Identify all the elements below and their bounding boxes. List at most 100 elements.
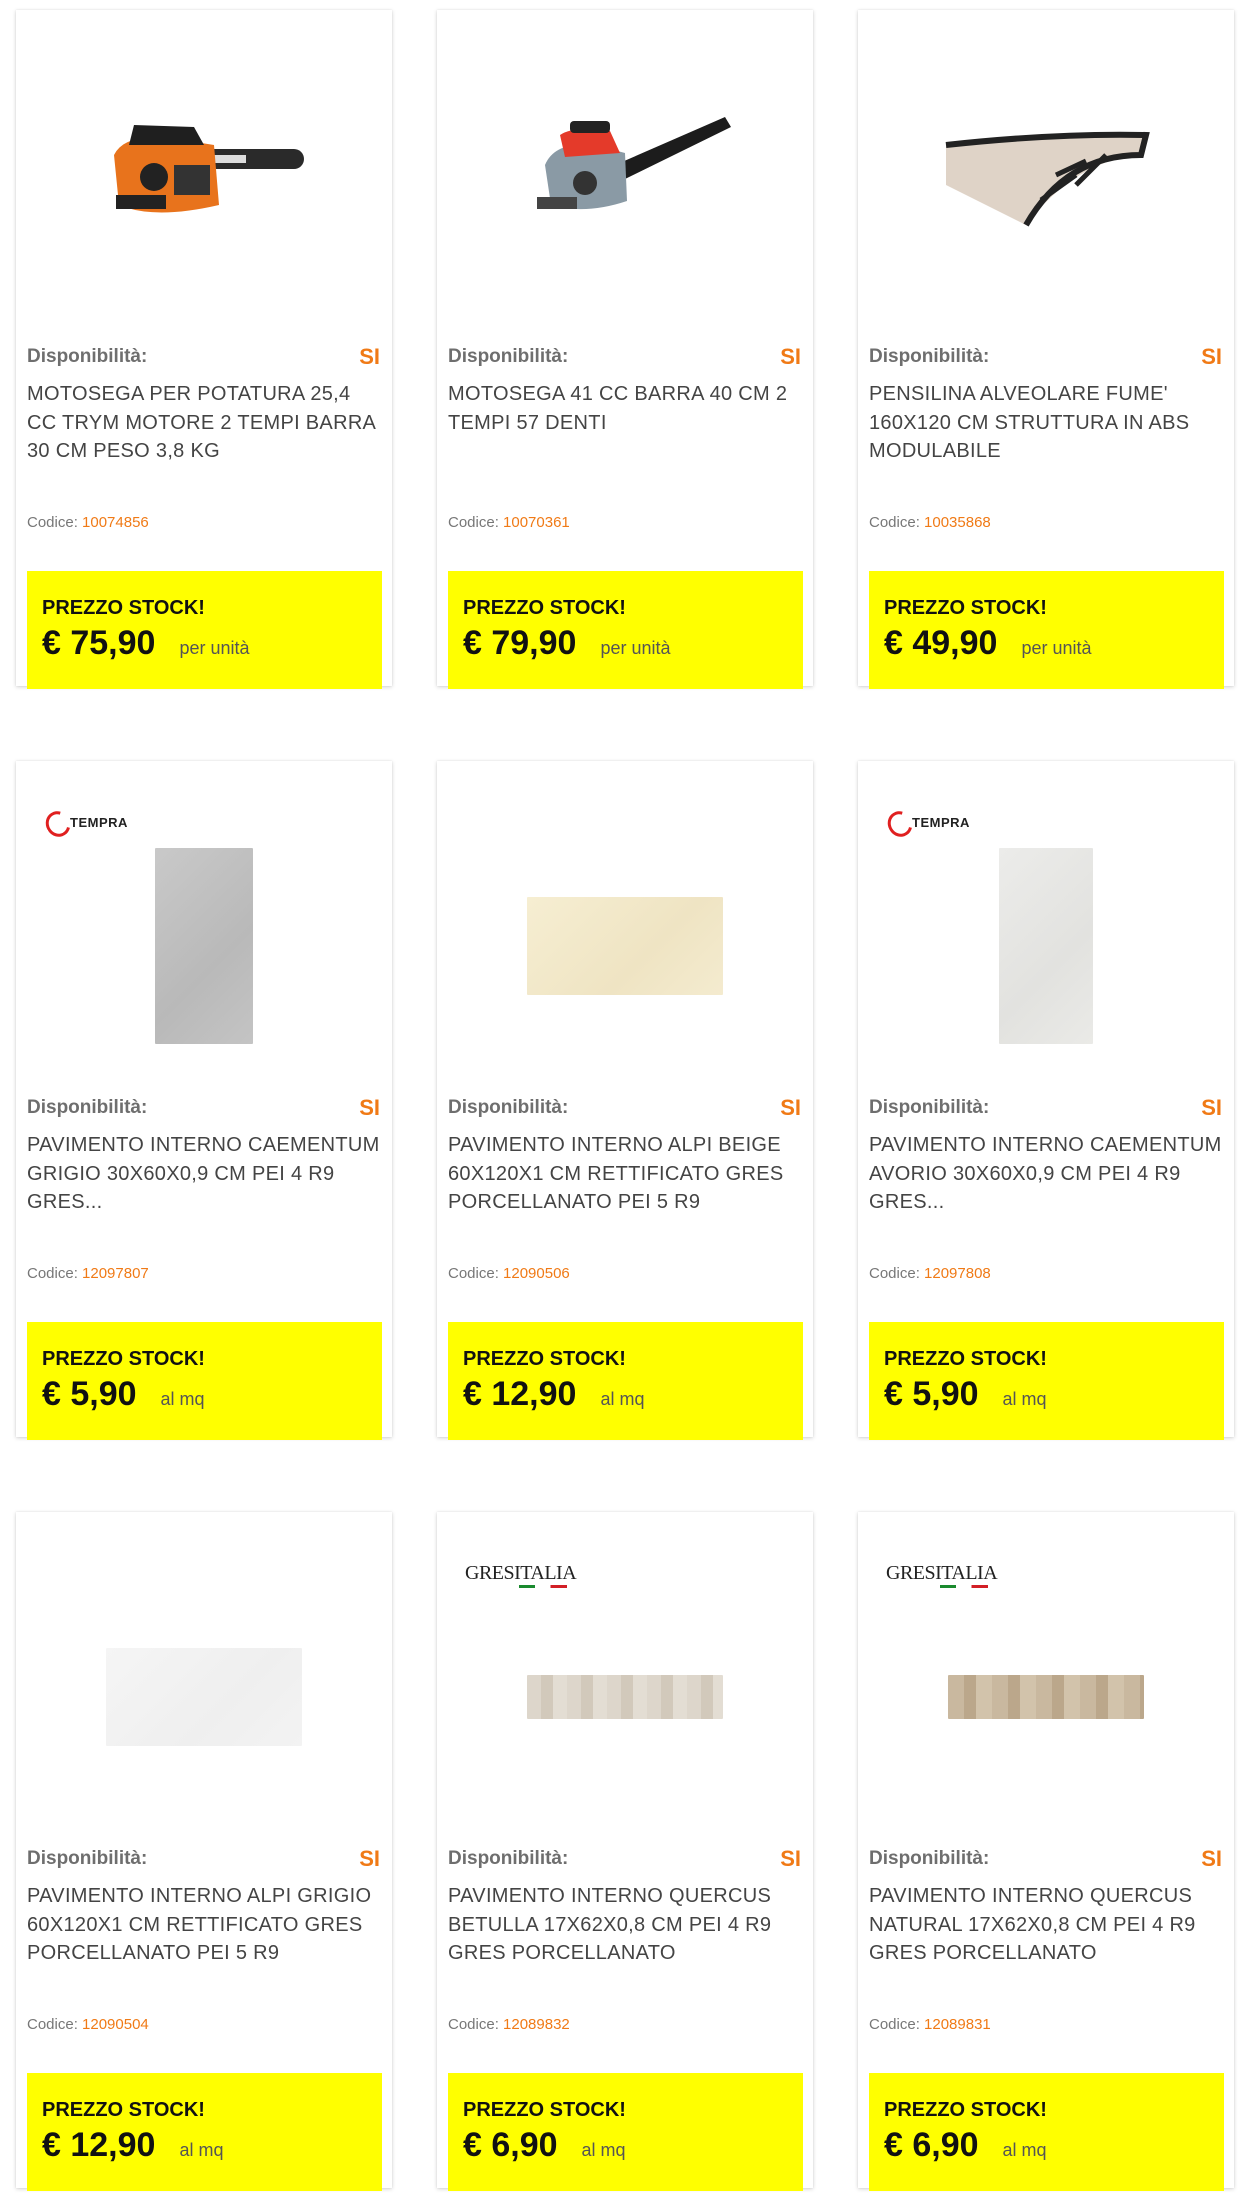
product-card[interactable]: Disponibilità: SI PAVIMENTO INTERNO ALPI… bbox=[16, 1512, 392, 2191]
price-amount: € 12,90 bbox=[463, 1375, 577, 1413]
product-title[interactable]: PAVIMENTO INTERNO CAEMENTUM AVORIO 30X60… bbox=[869, 1131, 1225, 1217]
product-image[interactable] bbox=[858, 40, 1234, 310]
tile-beige-icon bbox=[527, 897, 723, 995]
product-title[interactable]: PAVIMENTO INTERNO ALPI GRIGIO 60X120X1 C… bbox=[27, 1882, 383, 1968]
availability-label: Disponibilità: bbox=[27, 1848, 148, 1869]
product-card[interactable]: GRESITALIA Disponibilità: SI PAVIMENTO I… bbox=[858, 1512, 1234, 2191]
product-code: Codice: 10035868 bbox=[869, 514, 991, 531]
product-card[interactable]: Disponibilità: SI PENSILINA ALVEOLARE FU… bbox=[858, 10, 1234, 689]
product-grid: Disponibilità: SI MOTOSEGA PER POTATURA … bbox=[0, 0, 1250, 2203]
stock-label: PREZZO STOCK! bbox=[463, 2099, 626, 2121]
price-amount: € 12,90 bbox=[42, 2126, 156, 2164]
product-card[interactable]: Disponibilità: SI PAVIMENTO INTERNO ALPI… bbox=[437, 761, 813, 1440]
price-amount: € 49,90 bbox=[884, 624, 998, 662]
price-unit: per unità bbox=[1021, 638, 1092, 658]
code-label: Codice: bbox=[869, 514, 920, 531]
price-unit: al mq bbox=[1002, 1389, 1047, 1409]
code-label: Codice: bbox=[869, 1265, 920, 1282]
tile-grey-icon bbox=[155, 848, 253, 1044]
availability-row: Disponibilità: SI bbox=[869, 1846, 1222, 1872]
code-number: 12090506 bbox=[503, 1265, 570, 1282]
product-card[interactable]: GRESITALIA Disponibilità: SI PAVIMENTO I… bbox=[437, 1512, 813, 2191]
price-amount: € 75,90 bbox=[42, 624, 156, 662]
price-box: PREZZO STOCK! € 49,90 per unità bbox=[869, 571, 1224, 689]
price-box: PREZZO STOCK! € 12,90 al mq bbox=[27, 2073, 382, 2191]
code-label: Codice: bbox=[448, 2016, 499, 2033]
code-number: 12090504 bbox=[82, 2016, 149, 2033]
product-code: Codice: 12090504 bbox=[27, 2016, 149, 2033]
availability-row: Disponibilità: SI bbox=[448, 1095, 801, 1121]
availability-row: Disponibilità: SI bbox=[448, 344, 801, 370]
code-label: Codice: bbox=[27, 1265, 78, 1282]
product-image[interactable] bbox=[858, 791, 1234, 1061]
availability-label: Disponibilità: bbox=[869, 1848, 990, 1869]
availability-label: Disponibilità: bbox=[27, 346, 148, 367]
product-title[interactable]: PENSILINA ALVEOLARE FUME' 160X120 CM STR… bbox=[869, 380, 1225, 466]
stock-label: PREZZO STOCK! bbox=[463, 1348, 626, 1370]
product-image[interactable] bbox=[16, 40, 392, 310]
tile-lightgrey-icon bbox=[106, 1648, 302, 1746]
price-box: PREZZO STOCK! € 75,90 per unità bbox=[27, 571, 382, 689]
stock-label: PREZZO STOCK! bbox=[42, 1348, 205, 1370]
availability-value: SI bbox=[359, 1095, 380, 1120]
price-box: PREZZO STOCK! € 5,90 al mq bbox=[27, 1322, 382, 1440]
product-title[interactable]: MOTOSEGA 41 CC BARRA 40 CM 2 TEMPI 57 DE… bbox=[448, 380, 804, 437]
availability-label: Disponibilità: bbox=[448, 1097, 569, 1118]
product-title[interactable]: PAVIMENTO INTERNO QUERCUS BETULLA 17X62X… bbox=[448, 1882, 804, 1968]
price-unit: al mq bbox=[1002, 2140, 1047, 2160]
product-card[interactable]: Disponibilità: SI MOTOSEGA 41 CC BARRA 4… bbox=[437, 10, 813, 689]
price-unit: al mq bbox=[600, 1389, 645, 1409]
code-label: Codice: bbox=[448, 1265, 499, 1282]
product-card[interactable]: TEMPRA Disponibilità: SI PAVIMENTO INTER… bbox=[858, 761, 1234, 1440]
tile-ivory-icon bbox=[999, 848, 1093, 1044]
product-image[interactable] bbox=[858, 1542, 1234, 1812]
price-unit: per unità bbox=[600, 638, 671, 658]
product-title[interactable]: PAVIMENTO INTERNO QUERCUS NATURAL 17X62X… bbox=[869, 1882, 1225, 1968]
code-label: Codice: bbox=[869, 2016, 920, 2033]
availability-row: Disponibilità: SI bbox=[869, 1095, 1222, 1121]
product-image[interactable] bbox=[437, 1542, 813, 1812]
price-unit: al mq bbox=[160, 1389, 205, 1409]
product-title[interactable]: MOTOSEGA PER POTATURA 25,4 CC TRYM MOTOR… bbox=[27, 380, 383, 466]
price-amount: € 79,90 bbox=[463, 624, 577, 662]
availability-value: SI bbox=[359, 1846, 380, 1871]
stock-label: PREZZO STOCK! bbox=[42, 597, 205, 619]
product-code: Codice: 12097808 bbox=[869, 1265, 991, 1282]
code-label: Codice: bbox=[448, 514, 499, 531]
availability-row: Disponibilità: SI bbox=[448, 1846, 801, 1872]
code-number: 10070361 bbox=[503, 514, 570, 531]
product-image[interactable] bbox=[437, 40, 813, 310]
price-box: PREZZO STOCK! € 79,90 per unità bbox=[448, 571, 803, 689]
availability-label: Disponibilità: bbox=[27, 1097, 148, 1118]
product-image[interactable] bbox=[16, 1542, 392, 1812]
price-box: PREZZO STOCK! € 6,90 al mq bbox=[869, 2073, 1224, 2191]
price-unit: per unità bbox=[179, 638, 250, 658]
availability-label: Disponibilità: bbox=[448, 1848, 569, 1869]
stock-label: PREZZO STOCK! bbox=[884, 2099, 1047, 2121]
availability-value: SI bbox=[780, 1846, 801, 1871]
price-amount: € 6,90 bbox=[884, 2126, 979, 2164]
product-code: Codice: 12090506 bbox=[448, 1265, 570, 1282]
code-number: 12097807 bbox=[82, 1265, 149, 1282]
availability-value: SI bbox=[780, 344, 801, 369]
availability-row: Disponibilità: SI bbox=[27, 1095, 380, 1121]
price-box: PREZZO STOCK! € 6,90 al mq bbox=[448, 2073, 803, 2191]
product-image[interactable] bbox=[16, 791, 392, 1061]
availability-label: Disponibilità: bbox=[448, 346, 569, 367]
product-title[interactable]: PAVIMENTO INTERNO ALPI BEIGE 60X120X1 CM… bbox=[448, 1131, 804, 1217]
stock-label: PREZZO STOCK! bbox=[884, 597, 1047, 619]
stock-label: PREZZO STOCK! bbox=[463, 597, 626, 619]
price-box: PREZZO STOCK! € 12,90 al mq bbox=[448, 1322, 803, 1440]
code-label: Codice: bbox=[27, 2016, 78, 2033]
tile-wood-light-icon bbox=[527, 1675, 723, 1719]
product-card[interactable]: TEMPRA Disponibilità: SI PAVIMENTO INTER… bbox=[16, 761, 392, 1440]
price-amount: € 5,90 bbox=[884, 1375, 979, 1413]
product-card[interactable]: Disponibilità: SI MOTOSEGA PER POTATURA … bbox=[16, 10, 392, 689]
product-code: Codice: 12097807 bbox=[27, 1265, 149, 1282]
availability-value: SI bbox=[359, 344, 380, 369]
product-title[interactable]: PAVIMENTO INTERNO CAEMENTUM GRIGIO 30X60… bbox=[27, 1131, 383, 1217]
stock-label: PREZZO STOCK! bbox=[42, 2099, 205, 2121]
code-label: Codice: bbox=[27, 514, 78, 531]
product-code: Codice: 12089831 bbox=[869, 2016, 991, 2033]
product-image[interactable] bbox=[437, 791, 813, 1061]
